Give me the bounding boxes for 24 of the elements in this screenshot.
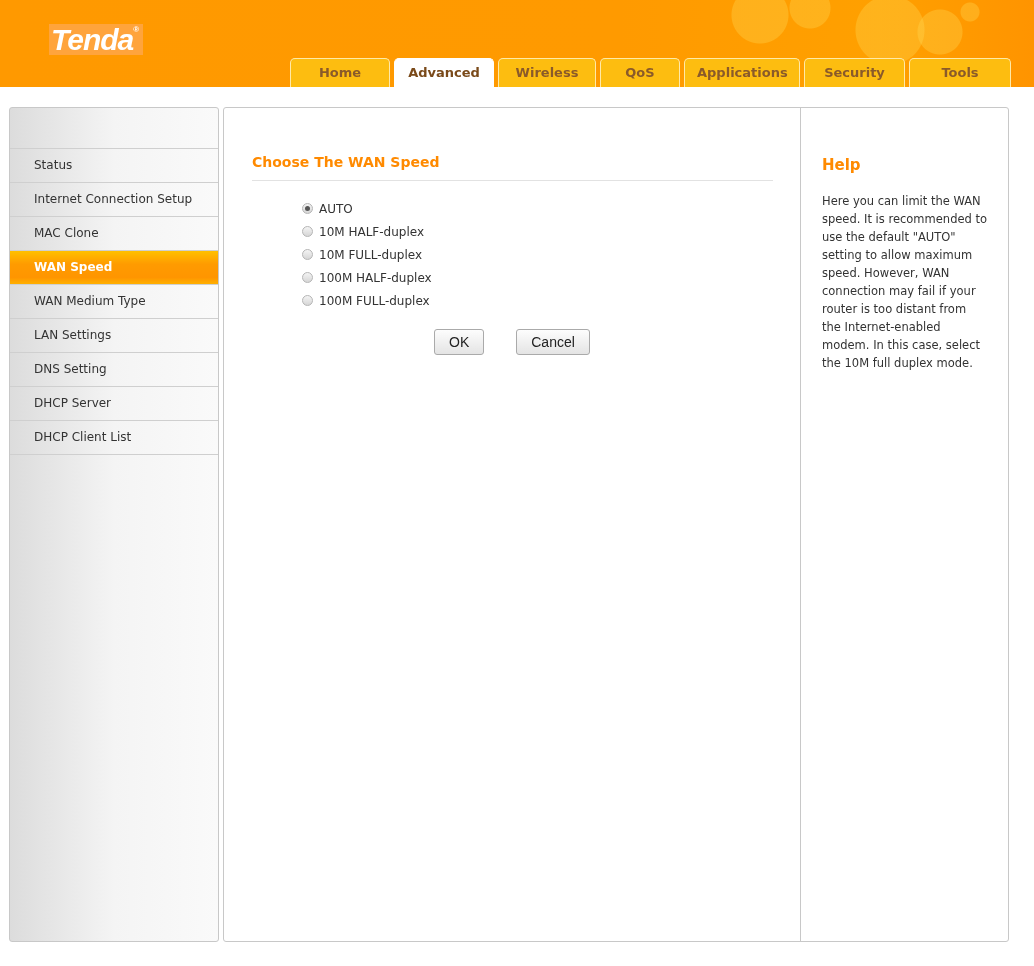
option-label: 100M FULL-duplex <box>319 293 430 308</box>
radio-button[interactable] <box>302 226 313 237</box>
sidebar-item[interactable]: LAN Settings <box>10 319 218 353</box>
section-title: Choose The WAN Speed <box>252 154 773 181</box>
option-label: AUTO <box>319 201 353 216</box>
ok-button[interactable]: OK <box>434 329 485 355</box>
radio-button[interactable] <box>302 249 313 260</box>
sidebar-item[interactable]: DHCP Client List <box>10 421 218 455</box>
sidebar-item[interactable]: DNS Setting <box>10 353 218 387</box>
cancel-button[interactable]: Cancel <box>516 329 590 355</box>
sidebar-item[interactable]: WAN Medium Type <box>10 285 218 319</box>
radio-button[interactable] <box>302 272 313 283</box>
radio-button[interactable] <box>302 295 313 306</box>
sidebar-item[interactable]: Status <box>10 149 218 183</box>
help-title: Help <box>822 156 862 174</box>
nav-tab[interactable]: Advanced <box>394 58 494 87</box>
brand-logo: Tenda$^{®}$ <box>49 24 144 55</box>
help-text: Here you can limit the WAN speed. It is recommended to use the default "AUTO" setting to allow maximum speed. However, WAN connection may fail if your router is too distant from the Internet-enabled modem. In this case, select the 10M full duplex mode. <box>822 193 988 372</box>
sidebar-item[interactable]: DHCP Server <box>10 387 218 421</box>
sidebar-item[interactable]: Internet Connection Setup <box>10 183 218 217</box>
radio-button[interactable] <box>302 203 313 214</box>
option-label: 100M HALF-duplex <box>319 270 432 285</box>
option-label: 10M FULL-duplex <box>319 247 423 262</box>
option-label: 10M HALF-duplex <box>319 224 425 239</box>
